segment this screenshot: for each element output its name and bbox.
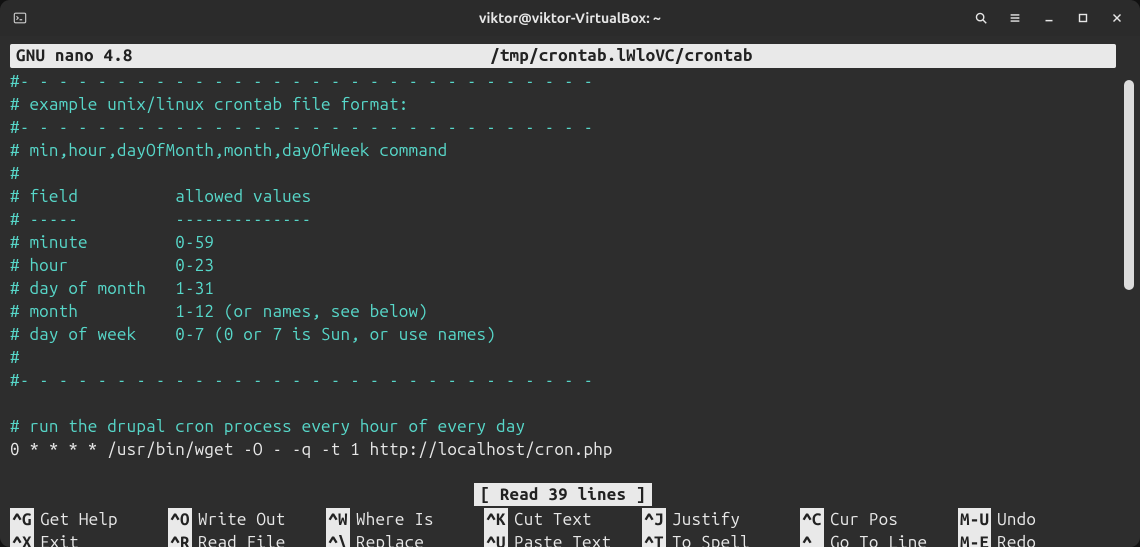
shortcut-label: Cut Text — [508, 508, 592, 531]
shortcut: ^_Go To Line — [800, 531, 958, 547]
shortcut: ^CCur Pos — [800, 508, 958, 531]
editor-line: # day of month 1-31 — [10, 277, 1116, 300]
hamburger-icon — [1008, 11, 1022, 25]
shortcut-key: ^\ — [326, 531, 350, 547]
editor-line: # min,hour,dayOfMonth,month,dayOfWeek co… — [10, 139, 1116, 162]
shortcut: ^TTo Spell — [642, 531, 800, 547]
shortcut-key: ^G — [10, 508, 34, 531]
shortcut-key: M-E — [958, 531, 991, 547]
shortcut-key: ^X — [10, 531, 34, 547]
editor-line: # field allowed values — [10, 185, 1116, 208]
shortcut: ^WWhere Is — [326, 508, 484, 531]
titlebar: viktor@viktor-VirtualBox: ~ — [0, 0, 1140, 36]
shortcut-key: ^C — [800, 508, 824, 531]
editor-line: # — [10, 162, 1116, 185]
nano-titlebar: GNU nano 4.8 /tmp/crontab.lWloVC/crontab — [10, 44, 1116, 68]
shortcut-key: ^T — [642, 531, 666, 547]
editor-line: # example unix/linux crontab file format… — [10, 93, 1116, 116]
editor-line: 0 * * * * /usr/bin/wget -O - -q -t 1 htt… — [10, 438, 1116, 461]
shortcut: ^RRead File — [168, 531, 326, 547]
shortcut: ^GGet Help — [10, 508, 168, 531]
scrollbar-thumb[interactable] — [1124, 80, 1134, 290]
shortcut-label: Go To Line — [824, 531, 927, 547]
shortcut-label: Cur Pos — [824, 508, 898, 531]
shortcut-key: M-U — [958, 508, 991, 531]
shortcut-label: Where Is — [350, 508, 434, 531]
shortcut-label: Justify — [666, 508, 740, 531]
shortcut: ^OWrite Out — [168, 508, 326, 531]
editor-line: # hour 0-23 — [10, 254, 1116, 277]
shortcut-key: ^U — [484, 531, 508, 547]
minimize-button[interactable] — [1034, 3, 1064, 33]
shortcut: M-ERedo — [958, 531, 1116, 547]
close-icon — [1110, 11, 1124, 25]
shortcut-label: Paste Text — [508, 531, 611, 547]
shortcut: ^JJustify — [642, 508, 800, 531]
editor-line: #- - - - - - - - - - - - - - - - - - - -… — [10, 116, 1116, 139]
shortcut-key: ^K — [484, 508, 508, 531]
minimize-icon — [1042, 11, 1056, 25]
editor-line: # — [10, 346, 1116, 369]
shortcut-label: Write Out — [192, 508, 285, 531]
search-button[interactable] — [966, 3, 996, 33]
terminal-window: viktor@viktor-VirtualBox: ~ GNU nano 4.8 — [0, 0, 1140, 547]
shortcut-key: ^_ — [800, 531, 824, 547]
terminal-body[interactable]: GNU nano 4.8 /tmp/crontab.lWloVC/crontab… — [0, 36, 1140, 547]
shortcut: ^\Replace — [326, 531, 484, 547]
shortcut: ^UPaste Text — [484, 531, 642, 547]
shortcut-label: Get Help — [34, 508, 118, 531]
menu-button[interactable] — [1000, 3, 1030, 33]
shortcut: ^KCut Text — [484, 508, 642, 531]
shortcut: ^XExit — [10, 531, 168, 547]
editor-line: #- - - - - - - - - - - - - - - - - - - -… — [10, 369, 1116, 392]
nano-status: [ Read 39 lines ] — [474, 483, 651, 506]
shortcut-key: ^O — [168, 508, 192, 531]
new-tab-button[interactable] — [5, 3, 35, 33]
shortcut-label: Redo — [991, 531, 1036, 547]
editor-line: # day of week 0-7 (0 or 7 is Sun, or use… — [10, 323, 1116, 346]
shortcut-label: Exit — [34, 531, 79, 547]
nano-version: GNU nano 4.8 — [16, 44, 133, 68]
maximize-icon — [1076, 11, 1090, 25]
editor-line — [10, 392, 1116, 415]
shortcut-key: ^J — [642, 508, 666, 531]
nano-shortcuts: ^GGet Help^OWrite Out^WWhere Is^KCut Tex… — [10, 508, 1116, 547]
scrollbar[interactable] — [1124, 80, 1134, 539]
terminal-icon — [13, 11, 27, 25]
shortcut-label: Undo — [991, 508, 1036, 531]
search-icon — [974, 11, 988, 25]
maximize-button[interactable] — [1068, 3, 1098, 33]
editor-line: # minute 0-59 — [10, 231, 1116, 254]
shortcut-key: ^R — [168, 531, 192, 547]
shortcut-label: Read File — [192, 531, 285, 547]
shortcut-label: Replace — [350, 531, 424, 547]
editor-line: # month 1-12 (or names, see below) — [10, 300, 1116, 323]
editor-line: # ----- -------------- — [10, 208, 1116, 231]
shortcut-label: To Spell — [666, 531, 750, 547]
nano-filename: /tmp/crontab.lWloVC/crontab — [133, 44, 1110, 68]
editor-content[interactable]: #- - - - - - - - - - - - - - - - - - - -… — [10, 68, 1116, 461]
shortcut: M-UUndo — [958, 508, 1116, 531]
editor-line: #- - - - - - - - - - - - - - - - - - - -… — [10, 70, 1116, 93]
close-button[interactable] — [1102, 3, 1132, 33]
shortcut-key: ^W — [326, 508, 350, 531]
editor-line: # run the drupal cron process every hour… — [10, 415, 1116, 438]
